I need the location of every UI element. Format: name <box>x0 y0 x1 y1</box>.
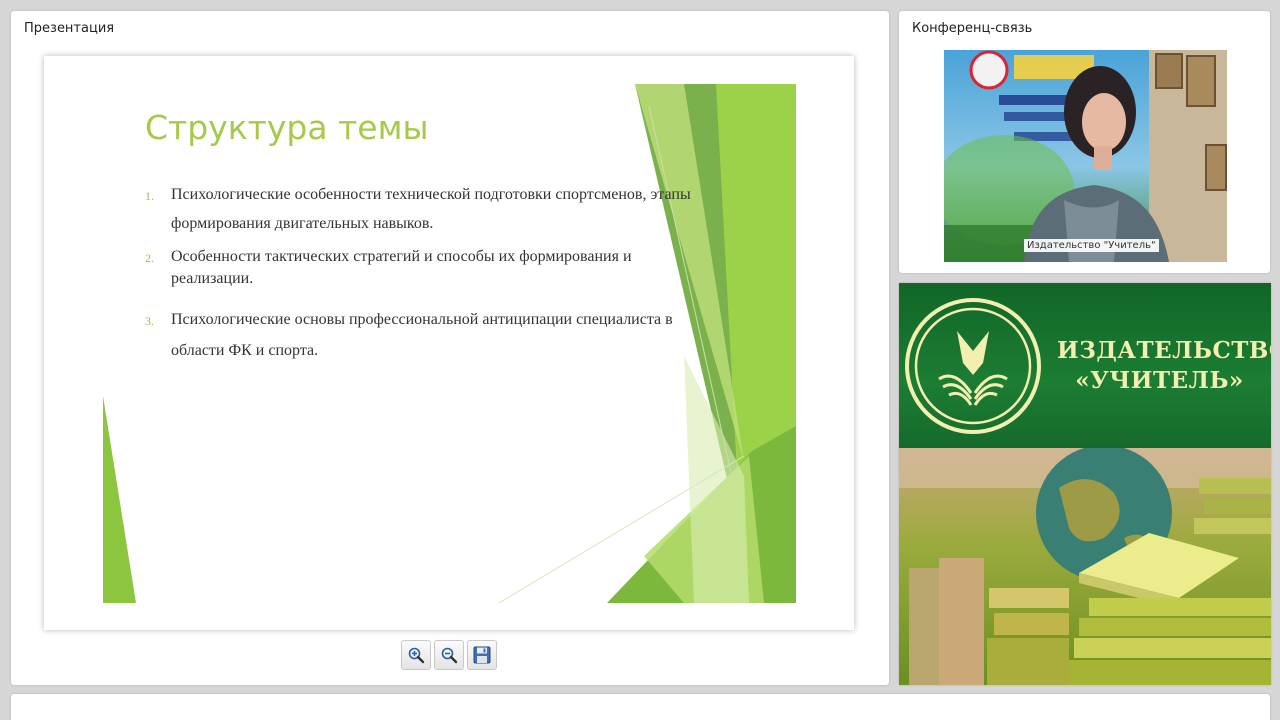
zoom-in-button[interactable] <box>401 640 431 670</box>
list-item-line: формирования двигательных навыков. <box>171 215 434 232</box>
books-and-globe-image <box>899 445 1271 685</box>
list-item-line: области ФК и спорта. <box>171 342 319 359</box>
list-item-number: 1. <box>145 189 154 203</box>
publisher-name-line-1: ИЗДАТЕЛЬСТВО <box>1057 337 1271 364</box>
slide-title: Структура темы <box>145 108 429 147</box>
bottom-panel <box>11 694 1270 720</box>
conference-panel-title: Конференц-связь <box>912 21 1033 36</box>
list-item-line: Особенности тактических стратегий и спос… <box>171 248 632 265</box>
publisher-banner: ИЗДАТЕЛЬСТВО «УЧИТЕЛЬ» <box>899 283 1271 685</box>
video-frame <box>944 50 1227 262</box>
list-item-number: 2. <box>145 251 154 265</box>
slide: Структура темы 1. Психологические особен… <box>44 56 854 630</box>
publisher-name: ИЗДАТЕЛЬСТВО «УЧИТЕЛЬ» <box>1057 336 1271 396</box>
publisher-name-line-2: «УЧИТЕЛЬ» <box>1075 367 1244 394</box>
slide-left-triangle <box>103 396 136 603</box>
list-item-line: Психологические особенности технической … <box>171 186 691 203</box>
presentation-panel-title: Презентация <box>24 21 115 36</box>
floppy-disk-icon <box>473 646 491 664</box>
publisher-banner-image <box>899 445 1271 685</box>
save-button[interactable] <box>467 640 497 670</box>
poster-logo <box>969 50 1009 90</box>
zoom-out-icon <box>441 647 458 664</box>
list-item-line: Психологические основы профессиональной … <box>171 311 673 328</box>
list-item-number: 3. <box>145 314 154 328</box>
video-feed[interactable]: Издательство "Учитель" <box>944 50 1227 262</box>
presentation-panel: Презентация Структура темы 1. Психологич… <box>11 11 889 685</box>
list-item-line: реализации. <box>171 270 254 287</box>
publisher-banner-header: ИЗДАТЕЛЬСТВО «УЧИТЕЛЬ» <box>899 283 1271 448</box>
conference-panel: Конференц-связь Издательство "Учитель" <box>899 11 1270 273</box>
person-face <box>1082 93 1126 151</box>
publisher-logo-icon <box>905 298 1041 434</box>
zoom-out-button[interactable] <box>434 640 464 670</box>
zoom-in-icon <box>408 647 425 664</box>
participant-name-label: Издательство "Учитель" <box>1024 239 1159 252</box>
